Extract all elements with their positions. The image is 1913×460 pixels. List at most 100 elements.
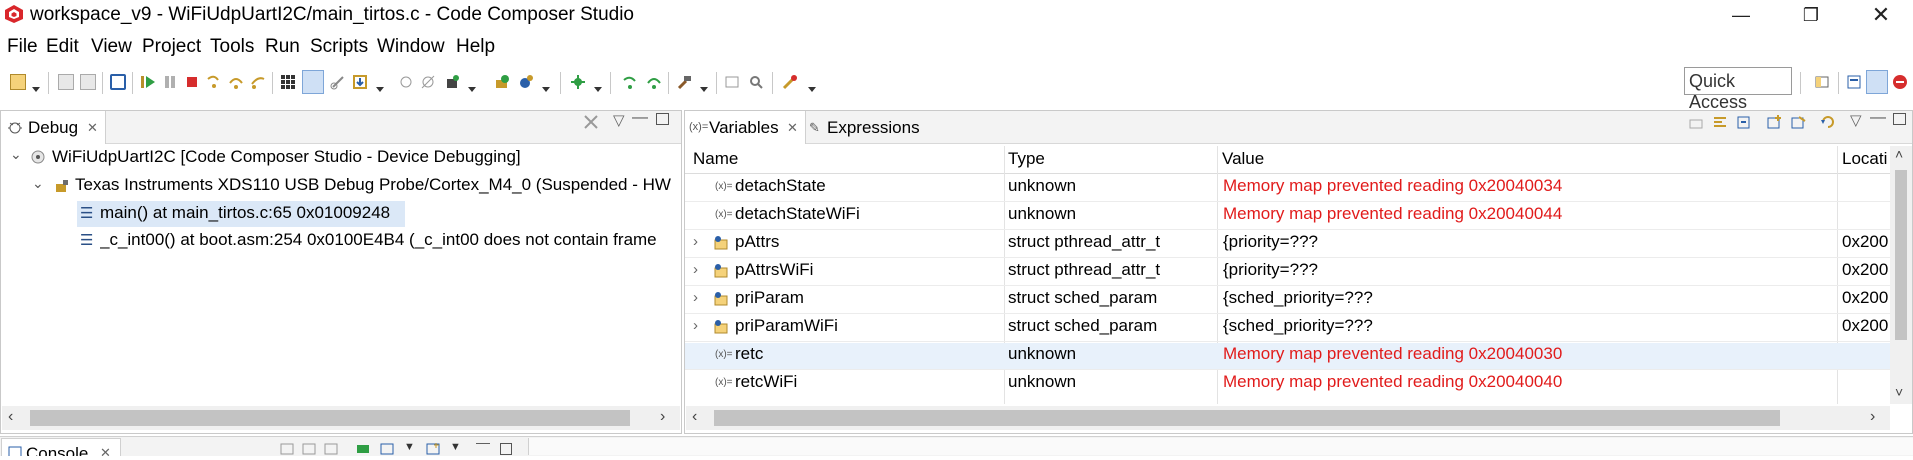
variable-name[interactable]: retc: [735, 344, 763, 371]
display-console-icon[interactable]: [380, 442, 394, 460]
open-console-icon[interactable]: [426, 442, 440, 460]
step-return-icon[interactable]: [250, 74, 266, 90]
variables-hscroll-thumb[interactable]: [714, 410, 1780, 426]
chevron-down-icon[interactable]: [468, 79, 476, 92]
collapse-all-icon[interactable]: [1736, 114, 1752, 135]
variable-value[interactable]: {sched_priority=???: [1223, 316, 1373, 343]
tab-expressions[interactable]: ✎ Expressions: [806, 111, 936, 143]
variables-vscroll-thumb[interactable]: [1895, 170, 1907, 340]
maximize-view-icon[interactable]: [1893, 113, 1906, 125]
step-into-c-icon[interactable]: [622, 74, 638, 90]
resume-icon[interactable]: [140, 74, 156, 90]
terminal-icon[interactable]: [110, 74, 126, 90]
menu-view[interactable]: View: [91, 36, 132, 58]
remove-terminated-icon[interactable]: [582, 113, 600, 136]
scroll-lock-icon[interactable]: [302, 442, 316, 460]
minimize-button[interactable]: —: [1718, 0, 1764, 30]
chevron-down-icon[interactable]: [376, 79, 384, 92]
breakpoint-icon[interactable]: [398, 74, 414, 90]
variable-value[interactable]: {priority=???: [1223, 260, 1318, 287]
column-header-type[interactable]: Type: [1008, 149, 1045, 169]
chevron-down-icon[interactable]: ▼: [450, 441, 461, 453]
memory-grid-icon[interactable]: [280, 74, 296, 90]
variable-value[interactable]: {priority=???: [1223, 232, 1318, 259]
variable-name[interactable]: pAttrsWiFi: [735, 260, 813, 287]
save-all-icon[interactable]: [80, 74, 96, 90]
clear-console-icon[interactable]: [280, 442, 294, 460]
menu-edit[interactable]: Edit: [46, 36, 79, 58]
scroll-down-arrow-icon[interactable]: ˅: [1895, 384, 1903, 400]
search-icon[interactable]: [748, 74, 764, 90]
expand-arrow-icon[interactable]: ›: [693, 233, 698, 250]
menu-help[interactable]: Help: [456, 36, 495, 58]
tree-item-frame-cint00[interactable]: _c_int00() at boot.asm:254 0x0100E4B4 (_…: [100, 230, 676, 257]
variable-value[interactable]: Memory map prevented reading 0x20040030: [1223, 344, 1562, 371]
tree-item-probe[interactable]: Texas Instruments XDS110 USB Debug Probe…: [75, 175, 671, 202]
debug-config-icon[interactable]: [444, 74, 460, 90]
show-logical-structure-icon[interactable]: [1712, 114, 1728, 135]
column-header-location[interactable]: Locati: [1842, 149, 1887, 169]
minimize-view-icon[interactable]: —: [632, 109, 648, 127]
tab-debug[interactable]: Debug ✕: [1, 111, 106, 144]
view-menu-chevron-icon[interactable]: ▽: [613, 111, 625, 129]
maximize-view-icon[interactable]: [656, 113, 669, 125]
variable-value[interactable]: {sched_priority=???: [1223, 288, 1373, 315]
run-icon[interactable]: [494, 74, 510, 90]
variable-name[interactable]: detachState: [735, 176, 826, 203]
variable-name[interactable]: priParamWiFi: [735, 316, 838, 343]
stop-perspective-icon[interactable]: [1892, 74, 1908, 90]
word-wrap-icon[interactable]: [324, 442, 338, 460]
instruction-step-icon[interactable]: [302, 70, 324, 94]
profile-icon[interactable]: [518, 74, 534, 90]
step-into-icon[interactable]: [206, 74, 222, 90]
tab-console[interactable]: Console ✕: [1, 438, 121, 456]
chevron-down-icon[interactable]: [700, 79, 708, 92]
maximize-view-icon[interactable]: [500, 443, 512, 455]
scroll-left-arrow-icon[interactable]: ‹: [692, 408, 697, 426]
connect-icon[interactable]: [330, 74, 346, 90]
launch-icon[interactable]: [782, 74, 798, 90]
chevron-down-icon[interactable]: [542, 79, 550, 92]
new-icon[interactable]: [10, 74, 26, 90]
view-menu-chevron-icon[interactable]: ▽: [1850, 111, 1862, 129]
step-over-icon[interactable]: [228, 74, 244, 90]
open-perspective-icon[interactable]: [1814, 74, 1830, 90]
expand-arrow-icon[interactable]: ›: [693, 261, 698, 278]
close-tab-icon[interactable]: ✕: [787, 120, 798, 136]
open-console-icon[interactable]: [724, 74, 740, 90]
tab-variables[interactable]: (x)= Variables ✕: [685, 111, 806, 144]
menu-tools[interactable]: Tools: [210, 36, 254, 58]
scroll-right-arrow-icon[interactable]: ›: [1870, 408, 1875, 426]
menu-project[interactable]: Project: [142, 36, 201, 58]
skip-breakpoints-icon[interactable]: [420, 74, 436, 90]
debug-settings-icon[interactable]: [570, 74, 586, 90]
pin-console-icon[interactable]: [356, 442, 370, 460]
close-tab-icon[interactable]: ✕: [100, 445, 111, 456]
menu-scripts[interactable]: Scripts: [310, 36, 368, 58]
quick-access-field[interactable]: Quick Access: [1684, 67, 1792, 112]
step-over-c-icon[interactable]: [646, 74, 662, 90]
tree-item-launch[interactable]: WiFiUdpUartI2C [Code Composer Studio - D…: [52, 147, 521, 174]
expand-arrow-icon[interactable]: ›: [693, 317, 698, 334]
close-tab-icon[interactable]: ✕: [87, 120, 98, 136]
menu-file[interactable]: File: [7, 36, 38, 58]
chevron-down-icon[interactable]: [32, 79, 40, 92]
scroll-up-arrow-icon[interactable]: ˄: [1895, 146, 1903, 162]
collapse-arrow-icon[interactable]: ⌄: [10, 146, 22, 163]
column-header-value[interactable]: Value: [1222, 149, 1264, 169]
terminate-icon[interactable]: [184, 74, 200, 90]
show-type-names-icon[interactable]: [1688, 114, 1704, 135]
menu-run[interactable]: Run: [265, 36, 300, 58]
expand-arrow-icon[interactable]: ›: [693, 289, 698, 306]
remove-global-variable-icon[interactable]: [1790, 114, 1806, 135]
scroll-right-arrow-icon[interactable]: ›: [660, 408, 665, 426]
load-program-icon[interactable]: [352, 74, 368, 90]
refresh-icon[interactable]: [1820, 114, 1836, 135]
chevron-down-icon[interactable]: [808, 79, 816, 92]
add-global-variable-icon[interactable]: [1766, 114, 1782, 135]
close-button[interactable]: ✕: [1858, 0, 1904, 30]
restore-button[interactable]: ❐: [1788, 0, 1834, 30]
variable-value[interactable]: Memory map prevented reading 0x20040044: [1223, 204, 1562, 231]
chevron-down-icon[interactable]: ▼: [404, 441, 415, 453]
ccs-debug-perspective-icon[interactable]: [1866, 70, 1888, 94]
